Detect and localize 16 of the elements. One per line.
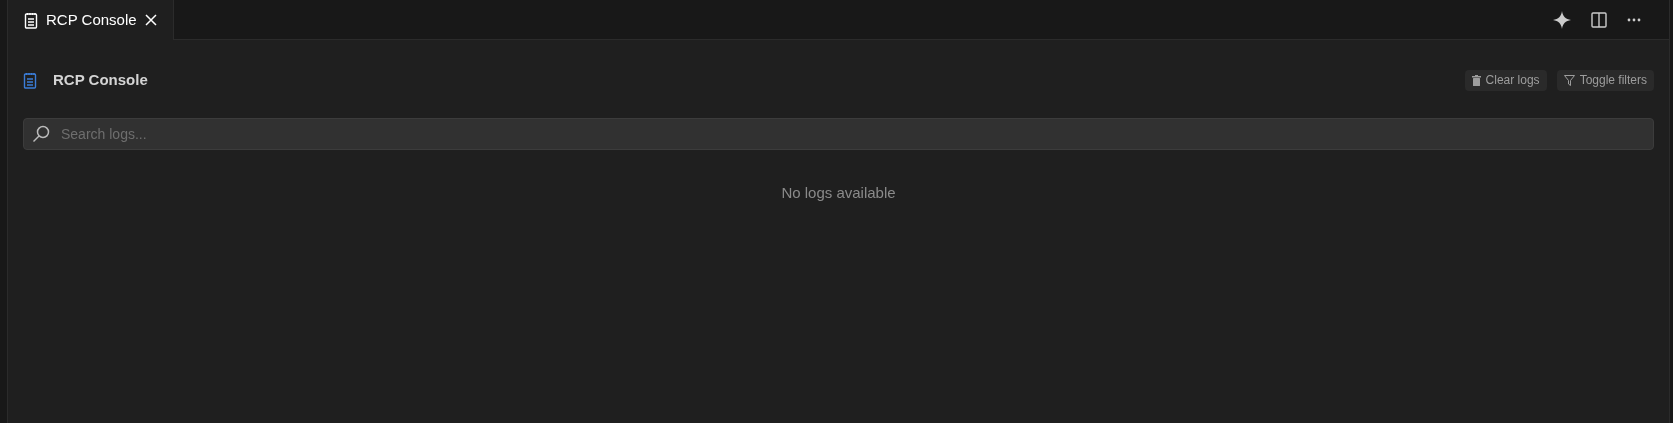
trash-icon (1471, 74, 1481, 86)
close-icon[interactable] (144, 14, 157, 26)
tab-label: RCP Console (46, 9, 137, 30)
notepad-icon (23, 71, 37, 89)
search-icon (32, 125, 50, 143)
tab[interactable]: RCP Console (8, 0, 174, 40)
split-editor-icon[interactable] (1591, 11, 1607, 28)
search-field[interactable]: Search logs... (23, 118, 1654, 150)
sparkle-icon[interactable] (1553, 10, 1571, 29)
funnel-icon (1563, 74, 1575, 86)
notepad-icon (24, 11, 38, 29)
toggle-filters-button[interactable]: Toggle filters (1556, 69, 1654, 91)
clear-logs-button[interactable]: Clear logs (1464, 69, 1547, 91)
page-title: RCP Console (53, 69, 148, 90)
empty-message: No logs available (781, 183, 896, 203)
more-icon[interactable] (1627, 17, 1641, 22)
